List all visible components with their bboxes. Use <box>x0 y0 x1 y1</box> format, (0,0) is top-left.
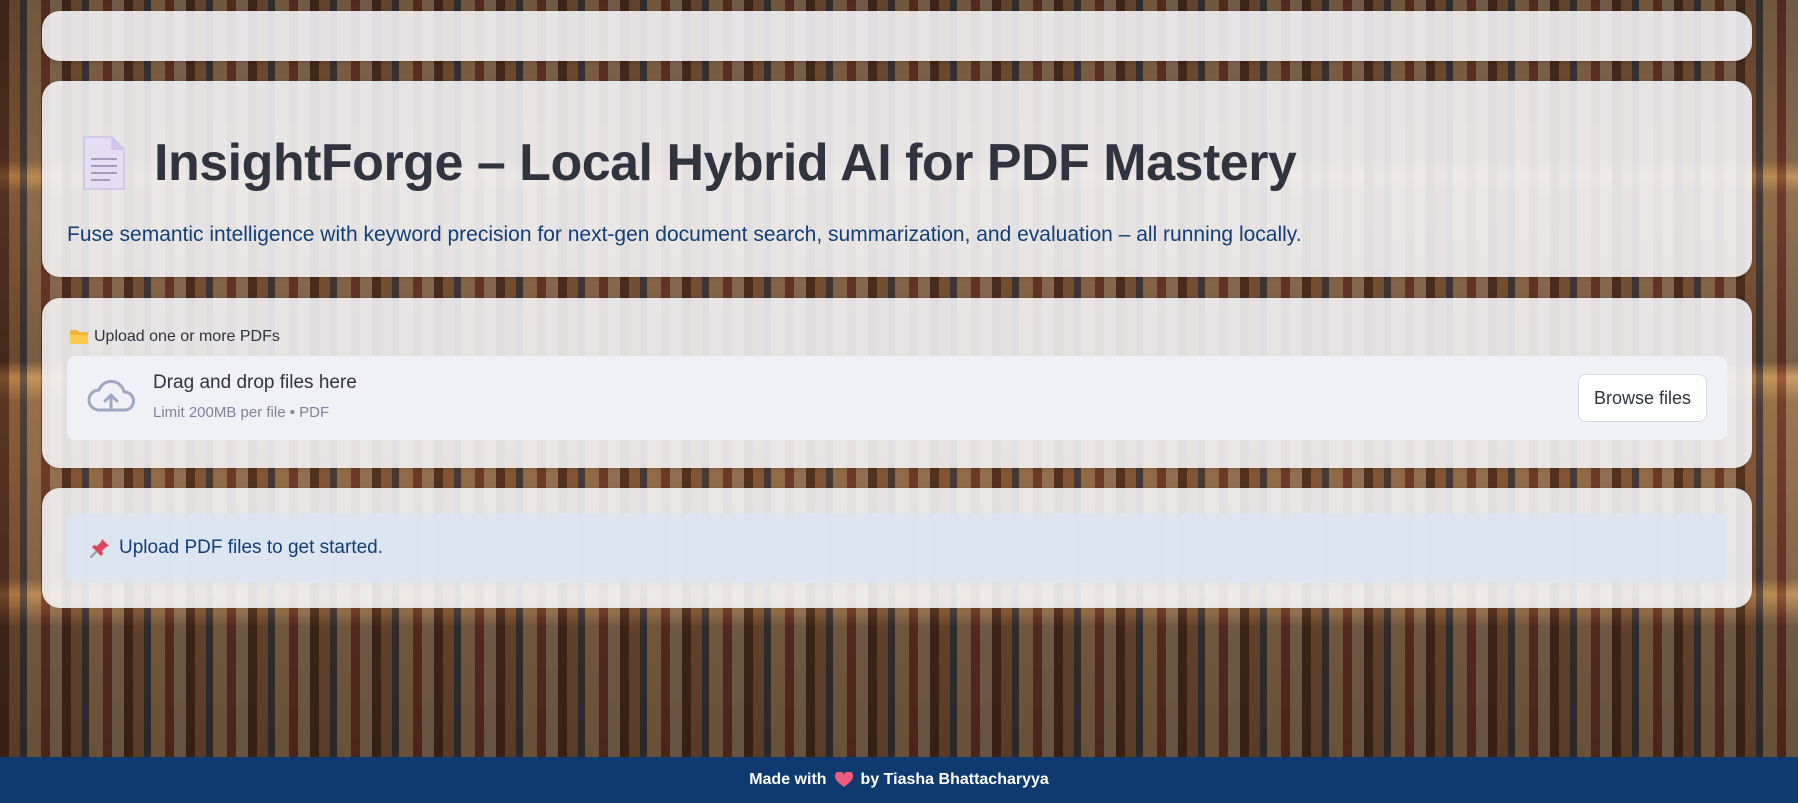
upload-label-text: Upload one or more PDFs <box>94 328 280 345</box>
browse-files-button[interactable]: Browse files <box>1577 374 1707 422</box>
footer: Made with by Tiasha Bhattacharyya <box>0 757 1798 803</box>
footer-prefix: Made with <box>749 771 827 788</box>
heart-icon <box>834 771 853 788</box>
title-row: InsightForge – Local Hybrid AI for PDF M… <box>82 133 1297 193</box>
upload-label: Upload one or more PDFs <box>70 328 280 346</box>
info-card: Upload PDF files to get started. <box>42 488 1752 608</box>
dropzone-limit: Limit 200MB per file • PDF <box>153 404 330 421</box>
upload-card: Upload one or more PDFs Drag and drop fi… <box>42 298 1752 468</box>
cloud-upload-icon <box>87 378 135 416</box>
header-card: InsightForge – Local Hybrid AI for PDF M… <box>42 81 1752 277</box>
info-alert: Upload PDF files to get started. <box>67 513 1727 583</box>
document-icon <box>82 135 126 191</box>
info-alert-text: Upload PDF files to get started. <box>119 537 384 558</box>
top-bar <box>42 11 1752 61</box>
dropzone-instructions: Drag and drop files here <box>153 372 357 393</box>
folder-icon <box>70 330 88 344</box>
pushpin-icon <box>89 537 111 559</box>
footer-suffix: by Tiasha Bhattacharyya <box>860 771 1049 788</box>
page-title: InsightForge – Local Hybrid AI for PDF M… <box>154 134 1297 192</box>
file-dropzone[interactable]: Drag and drop files here Limit 200MB per… <box>67 356 1727 440</box>
page-subtitle: Fuse semantic intelligence with keyword … <box>67 223 1302 246</box>
